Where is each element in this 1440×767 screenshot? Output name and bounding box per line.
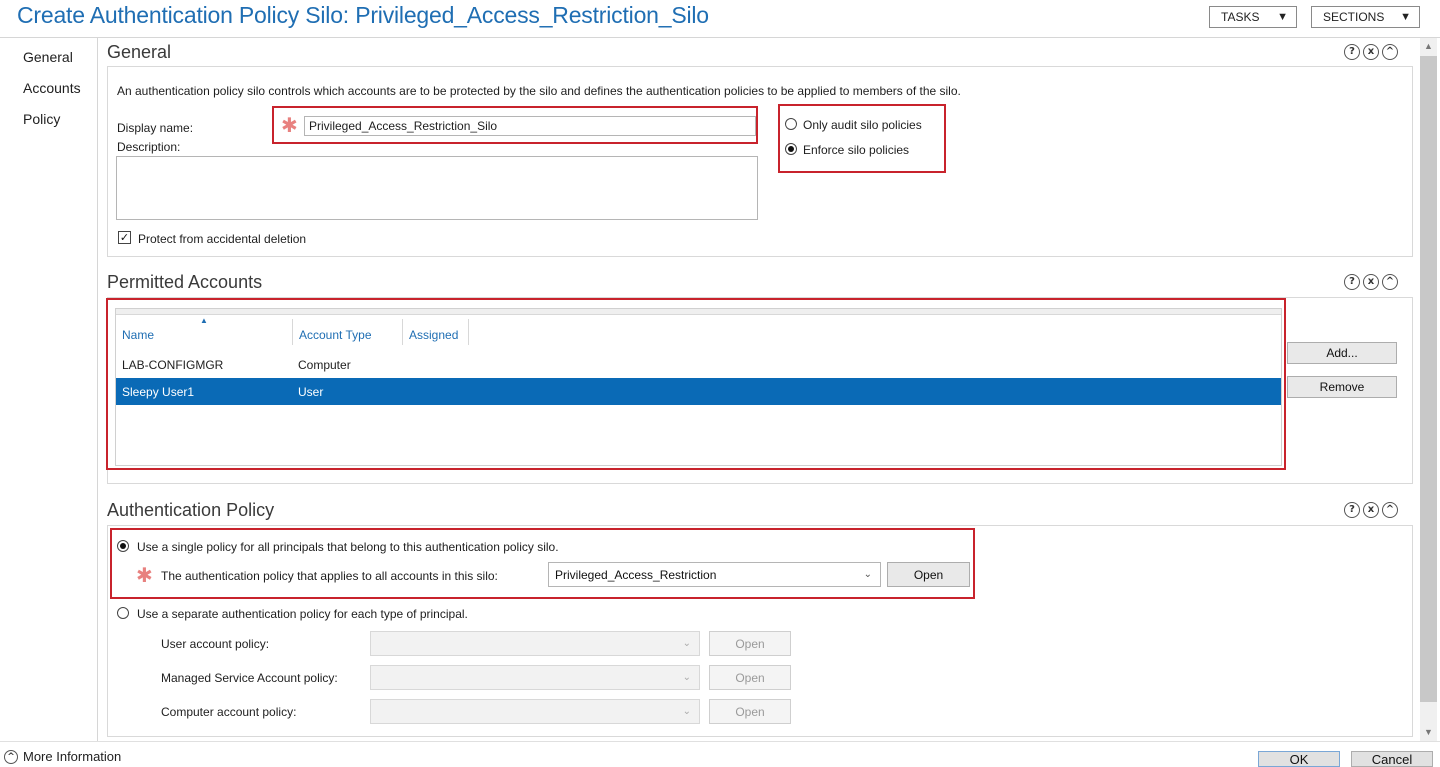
protect-label: Protect from accidental deletion <box>138 232 307 246</box>
table-row[interactable]: LAB-CONFIGMGR Computer <box>116 351 1281 378</box>
column-divider[interactable] <box>292 319 293 345</box>
computer-policy-label: Computer account policy: <box>161 705 297 719</box>
nav-divider <box>97 38 98 741</box>
general-description-text: An authentication policy silo controls w… <box>117 84 961 98</box>
scrollbar-thumb[interactable] <box>1420 56 1437 702</box>
cell-account-type: User <box>298 384 324 399</box>
section-title-permitted-accounts: Permitted Accounts <box>107 272 263 292</box>
policy-section-controls: ? x ^ <box>1344 502 1398 518</box>
cancel-button[interactable]: Cancel <box>1351 751 1433 767</box>
audit-radio-label: Only audit silo policies <box>803 118 922 132</box>
chevron-down-icon: ⌄ <box>682 637 691 649</box>
chevron-down-icon: ⌄ <box>682 671 691 683</box>
policy-select-value: Privileged_Access_Restriction <box>555 567 717 582</box>
header-divider <box>0 37 1440 38</box>
scroll-up-icon[interactable]: ▲ <box>1420 38 1437 55</box>
accounts-grid: Name ▲ Account Type Assigned LAB-CONFIGM… <box>115 308 1282 466</box>
chevron-down-icon: ⌄ <box>682 705 691 717</box>
nav-item-accounts[interactable]: Accounts <box>23 80 81 96</box>
column-divider[interactable] <box>402 319 403 345</box>
help-icon[interactable]: ? <box>1344 274 1360 290</box>
sections-label: SECTIONS <box>1323 10 1385 24</box>
chevron-down-icon: ▼ <box>1277 11 1288 23</box>
tasks-menu-button[interactable]: TASKS ▼ <box>1209 6 1297 28</box>
msa-policy-open-button: Open <box>709 665 791 690</box>
applies-policy-label: The authentication policy that applies t… <box>161 569 498 583</box>
enforce-radio[interactable] <box>785 143 797 155</box>
collapse-icon[interactable]: ^ <box>1382 274 1398 290</box>
separate-policy-radio[interactable] <box>117 607 129 619</box>
separate-policy-label: Use a separate authentication policy for… <box>137 607 468 621</box>
computer-policy-open-button: Open <box>709 699 791 724</box>
user-policy-label: User account policy: <box>161 637 270 651</box>
chevron-down-icon: ⌄ <box>863 568 872 580</box>
audit-radio[interactable] <box>785 118 797 130</box>
section-title-authentication-policy: Authentication Policy <box>107 500 275 520</box>
computer-policy-select: ⌄ <box>370 699 700 724</box>
add-button[interactable]: Add... <box>1287 342 1397 364</box>
remove-button[interactable]: Remove <box>1287 376 1397 398</box>
sections-menu-button[interactable]: SECTIONS ▼ <box>1311 6 1420 28</box>
display-name-label: Display name: <box>117 121 194 135</box>
description-field[interactable] <box>116 156 758 220</box>
msa-policy-label: Managed Service Account policy: <box>161 671 338 685</box>
nav-item-policy[interactable]: Policy <box>23 111 60 127</box>
open-policy-button[interactable]: Open <box>887 562 970 587</box>
column-header-name[interactable]: Name <box>122 328 154 342</box>
more-information-toggle[interactable]: ^ More Information <box>4 749 121 764</box>
help-icon[interactable]: ? <box>1344 44 1360 60</box>
silo-mode-highlight <box>778 104 946 173</box>
required-icon: ✱ <box>281 115 298 137</box>
protect-checkbox[interactable]: ✓ <box>118 231 131 244</box>
required-icon: ✱ <box>136 565 153 587</box>
general-section-controls: ? x ^ <box>1344 44 1398 60</box>
help-icon[interactable]: ? <box>1344 502 1360 518</box>
single-policy-radio[interactable] <box>117 540 129 552</box>
ok-button[interactable]: OK <box>1258 751 1340 767</box>
single-policy-label: Use a single policy for all principals t… <box>137 540 559 554</box>
column-header-assigned[interactable]: Assigned <box>409 328 458 342</box>
section-title-general: General <box>107 42 172 62</box>
page-title: Create Authentication Policy Silo: Privi… <box>17 2 709 28</box>
cell-name: Sleepy User1 <box>122 384 195 399</box>
grid-header-row: Name ▲ Account Type Assigned <box>116 315 1281 345</box>
table-row-selected[interactable]: Sleepy User1 User <box>116 378 1281 405</box>
description-label: Description: <box>117 140 181 154</box>
column-divider[interactable] <box>468 319 469 345</box>
accounts-section-controls: ? x ^ <box>1344 274 1398 290</box>
policy-select[interactable]: Privileged_Access_Restriction ⌄ <box>548 562 881 587</box>
cell-account-type: Computer <box>298 357 351 372</box>
footer-divider <box>0 741 1440 742</box>
cell-name: LAB-CONFIGMGR <box>122 357 224 372</box>
nav-item-general[interactable]: General <box>23 49 73 65</box>
scroll-down-icon[interactable]: ▼ <box>1420 724 1437 741</box>
column-header-account-type[interactable]: Account Type <box>299 328 372 342</box>
display-name-input[interactable] <box>304 116 756 136</box>
user-policy-open-button: Open <box>709 631 791 656</box>
close-icon[interactable]: x <box>1363 274 1379 290</box>
chevron-down-icon: ▼ <box>1400 11 1411 23</box>
sort-ascending-icon: ▲ <box>200 316 208 325</box>
collapse-icon[interactable]: ^ <box>1382 44 1398 60</box>
collapse-icon[interactable]: ^ <box>1382 502 1398 518</box>
user-policy-select: ⌄ <box>370 631 700 656</box>
more-information-label: More Information <box>23 749 122 764</box>
tasks-label: TASKS <box>1221 10 1260 24</box>
close-icon[interactable]: x <box>1363 502 1379 518</box>
enforce-radio-label: Enforce silo policies <box>803 143 910 157</box>
close-icon[interactable]: x <box>1363 44 1379 60</box>
msa-policy-select: ⌄ <box>370 665 700 690</box>
expand-icon: ^ <box>4 749 18 764</box>
